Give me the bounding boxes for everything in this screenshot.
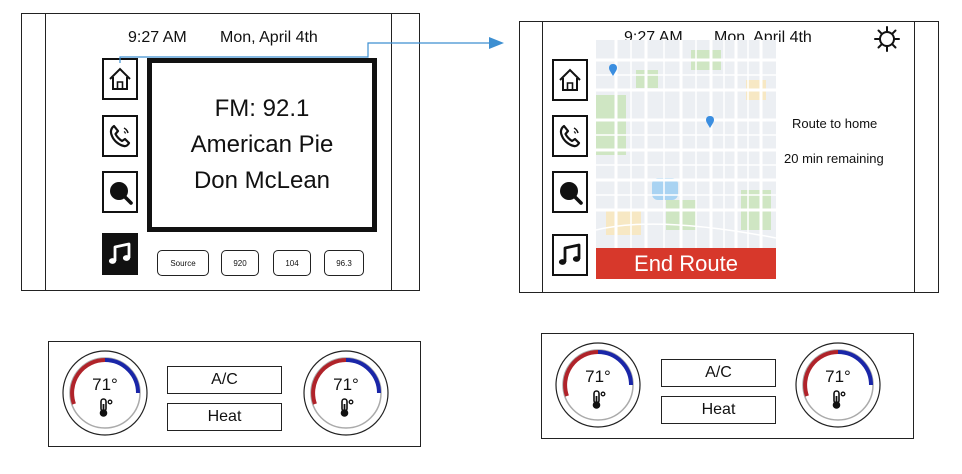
radio-time: 9:27 AM (128, 29, 187, 46)
thermometer-icon (830, 390, 846, 410)
passenger-temp-dial[interactable]: 71° (302, 349, 390, 437)
nav-music-button[interactable] (552, 234, 588, 276)
route-remaining: 20 min remaining (784, 151, 884, 166)
phone-icon (107, 123, 133, 149)
music-note-icon (107, 241, 133, 267)
phone-icon (557, 123, 583, 149)
nav-ac-button[interactable]: A/C (661, 359, 776, 387)
now-playing-panel: FM: 92.1 American Pie Don McLean (147, 58, 377, 232)
route-map[interactable] (596, 40, 776, 248)
passenger-temp: 71° (333, 375, 359, 394)
preset-button-2[interactable]: 104 (273, 250, 311, 276)
nav-heat-button[interactable]: Heat (661, 396, 776, 424)
thermometer-icon (338, 398, 354, 418)
route-destination: Route to home (792, 116, 878, 131)
search-icon (557, 179, 583, 205)
music-note-icon (557, 242, 583, 268)
source-button[interactable]: Source (157, 250, 209, 276)
driver-temp-dial[interactable]: 71° (61, 349, 149, 437)
home-button[interactable] (102, 58, 138, 100)
gear-icon[interactable] (873, 25, 901, 53)
radio-station: FM: 92.1 (214, 95, 310, 122)
nav-phone-button[interactable] (552, 115, 588, 157)
thermometer-icon (97, 398, 113, 418)
nav-driver-temp: 71° (585, 367, 611, 386)
heat-button[interactable]: Heat (167, 403, 282, 431)
end-route-button[interactable]: End Route (596, 248, 776, 279)
nav-passenger-temp-dial[interactable]: 71° (794, 341, 882, 429)
nav-driver-temp-dial[interactable]: 71° (554, 341, 642, 429)
search-button[interactable] (102, 171, 138, 213)
music-button[interactable] (102, 233, 138, 275)
phone-button[interactable] (102, 115, 138, 157)
radio-date: Mon, April 4th (220, 29, 318, 46)
nav-home-button[interactable] (552, 59, 588, 101)
preset-button-3[interactable]: 96.3 (324, 250, 364, 276)
ac-button[interactable]: A/C (167, 366, 282, 394)
driver-temp: 71° (92, 375, 118, 394)
nav-passenger-temp: 71° (825, 367, 851, 386)
preset-button-1[interactable]: 920 (221, 250, 259, 276)
search-icon (107, 179, 133, 205)
song-title: American Pie (190, 131, 334, 158)
nav-search-button[interactable] (552, 171, 588, 213)
home-icon (557, 67, 583, 93)
song-artist: Don McLean (193, 167, 331, 194)
home-icon (107, 66, 133, 92)
thermometer-icon (590, 390, 606, 410)
